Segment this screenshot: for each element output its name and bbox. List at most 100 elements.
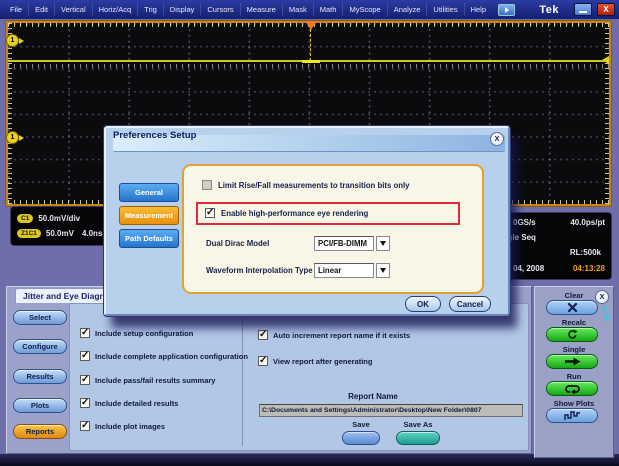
ok-button[interactable]: OK xyxy=(405,296,441,312)
tek-logo: Tek xyxy=(539,4,569,16)
zoom1-timebase: 4.0ns xyxy=(82,229,102,238)
run-button[interactable] xyxy=(546,381,598,396)
window-close-button[interactable]: X xyxy=(597,3,615,16)
graticule-ticks-right xyxy=(605,23,609,204)
dual-dirac-value[interactable]: PCI/FB-DIMM xyxy=(314,236,374,251)
tab-measurement[interactable]: Measurement xyxy=(119,206,179,225)
waveform-icon xyxy=(564,411,581,421)
menu-horiz-acq[interactable]: Horiz/Acq xyxy=(93,3,139,16)
dual-dirac-dropdown[interactable]: PCI/FB-DIMM xyxy=(314,236,390,251)
sample-rate: 0GS/s xyxy=(513,218,536,227)
checkbox-checked-icon[interactable] xyxy=(80,328,90,338)
nav-select-button[interactable]: Select xyxy=(13,310,67,325)
menu-myscope[interactable]: MyScope xyxy=(343,3,387,16)
menu-file[interactable]: File xyxy=(4,3,29,16)
checkbox-row-view-report[interactable]: View report after generating xyxy=(258,356,372,366)
interpolation-value[interactable]: Linear xyxy=(314,263,374,278)
down-triangle-icon[interactable] xyxy=(376,236,390,251)
bottom-strip xyxy=(0,454,619,466)
graticule-axis-ticks xyxy=(8,64,609,68)
checkbox-checked-icon[interactable] xyxy=(80,351,90,361)
circular-arrow-icon xyxy=(567,329,578,340)
menu-mask[interactable]: Mask xyxy=(283,3,314,16)
save-as-label: Save As xyxy=(396,420,440,429)
menu-help[interactable]: Help xyxy=(465,3,492,16)
checkbox-row-complete-config[interactable]: Include complete application configurati… xyxy=(80,351,248,361)
checkbox-checked-icon[interactable] xyxy=(258,356,268,366)
channel1-badge[interactable]: C1 xyxy=(17,214,33,223)
interpolation-label: Waveform Interpolation Type xyxy=(206,266,313,275)
tekscope-window: File Edit Vertical Horiz/Acq Trig Displa… xyxy=(0,0,619,466)
checkbox-row-auto-increment[interactable]: Auto increment report name if it exists xyxy=(258,330,410,340)
highlight-red-box xyxy=(196,202,460,225)
tab-general[interactable]: General xyxy=(119,183,179,202)
dual-dirac-label: Dual Dirac Model xyxy=(206,239,269,248)
trigger-level-line xyxy=(310,29,311,61)
checkbox-checked-icon[interactable] xyxy=(80,398,90,408)
recalc-button[interactable] xyxy=(546,327,598,342)
checkbox-unchecked-icon[interactable] xyxy=(202,180,212,190)
checkbox-label: Include setup configuration xyxy=(95,329,193,338)
menu-cursors[interactable]: Cursors xyxy=(201,3,240,16)
interpolation-dropdown[interactable]: Linear xyxy=(314,263,390,278)
menu-display[interactable]: Display xyxy=(164,3,202,16)
menu-edit[interactable]: Edit xyxy=(29,3,55,16)
recalc-label: Recalc xyxy=(535,318,613,327)
app-content-area: Include setup configuration Include comp… xyxy=(69,303,529,451)
menu-measure[interactable]: Measure xyxy=(241,3,283,16)
run-label: Run xyxy=(535,372,613,381)
trigger-level-bar[interactable] xyxy=(302,60,320,63)
checkbox-label: Include detailed results xyxy=(95,399,178,408)
checkbox-row-passfail-summary[interactable]: Include pass/fail results summary xyxy=(80,375,215,385)
time-readout: 04:13:28 xyxy=(573,264,605,273)
channel1-scale: 50.0mV/div xyxy=(38,214,80,223)
report-name-label: Report Name xyxy=(258,392,488,401)
nav-results-button[interactable]: Results xyxy=(13,369,67,384)
menu-math[interactable]: Math xyxy=(314,3,344,16)
down-triangle-icon[interactable] xyxy=(376,263,390,278)
nav-configure-button[interactable]: Configure xyxy=(13,339,67,354)
nav-reports-button[interactable]: Reports xyxy=(13,424,67,439)
date-readout: 04, 2008 xyxy=(513,264,544,273)
single-label: Single xyxy=(535,345,613,354)
trigger-position-icon[interactable] xyxy=(305,21,317,30)
save-button[interactable] xyxy=(342,431,380,445)
resolution: 40.0ps/pt xyxy=(570,218,605,227)
report-path-field[interactable]: C:\Documents and Settings\Administrator\… xyxy=(259,404,523,417)
menu-pointer-button[interactable] xyxy=(498,4,515,16)
single-button[interactable] xyxy=(546,354,598,369)
tab-path-defaults[interactable]: Path Defaults xyxy=(119,229,179,248)
save-label: Save xyxy=(342,420,380,429)
limit-risefall-label: Limit Rise/Fall measurements to transiti… xyxy=(218,181,410,190)
menu-utilities[interactable]: Utilities xyxy=(427,3,464,16)
window-minimize-button[interactable] xyxy=(574,3,592,16)
zoom1-badge[interactable]: Z1C1 xyxy=(17,229,41,238)
checkbox-row-plot-images[interactable]: Include plot images xyxy=(80,421,165,431)
nav-plots-button[interactable]: Plots xyxy=(13,398,67,413)
dialog-close-button[interactable]: X xyxy=(490,132,504,146)
checkbox-checked-icon[interactable] xyxy=(80,375,90,385)
clear-button[interactable] xyxy=(546,300,598,315)
reference-level-arrow-icon xyxy=(602,56,609,64)
record-length: RL:500k xyxy=(570,248,601,257)
channel1-marker[interactable]: 1 xyxy=(6,34,19,47)
menu-vertical[interactable]: Vertical xyxy=(55,3,93,16)
zoom1-channel-marker[interactable]: 1 xyxy=(6,131,19,144)
checkbox-row-detailed-results[interactable]: Include detailed results xyxy=(80,398,178,408)
dialog-title: Preferences Setup xyxy=(113,130,196,141)
menu-analyze[interactable]: Analyze xyxy=(388,3,428,16)
save-as-button[interactable] xyxy=(396,431,440,445)
checkbox-row-setup-config[interactable]: Include setup configuration xyxy=(80,328,193,338)
checkbox-checked-icon[interactable] xyxy=(258,330,268,340)
clear-label: Clear xyxy=(535,291,613,300)
menu-trig[interactable]: Trig xyxy=(138,3,164,16)
checkbox-label: Include plot images xyxy=(95,422,165,431)
limit-risefall-checkbox-row[interactable]: Limit Rise/Fall measurements to transiti… xyxy=(202,180,410,190)
cancel-button[interactable]: Cancel xyxy=(449,296,491,312)
loop-arrow-icon xyxy=(565,384,580,394)
show-plots-button[interactable] xyxy=(546,408,598,423)
dialog-body-panel: Limit Rise/Fall measurements to transiti… xyxy=(182,164,484,294)
checkbox-checked-icon[interactable] xyxy=(80,421,90,431)
app-title-tab: Jitter and Eye Diagr xyxy=(15,288,111,303)
x-icon xyxy=(567,303,578,312)
